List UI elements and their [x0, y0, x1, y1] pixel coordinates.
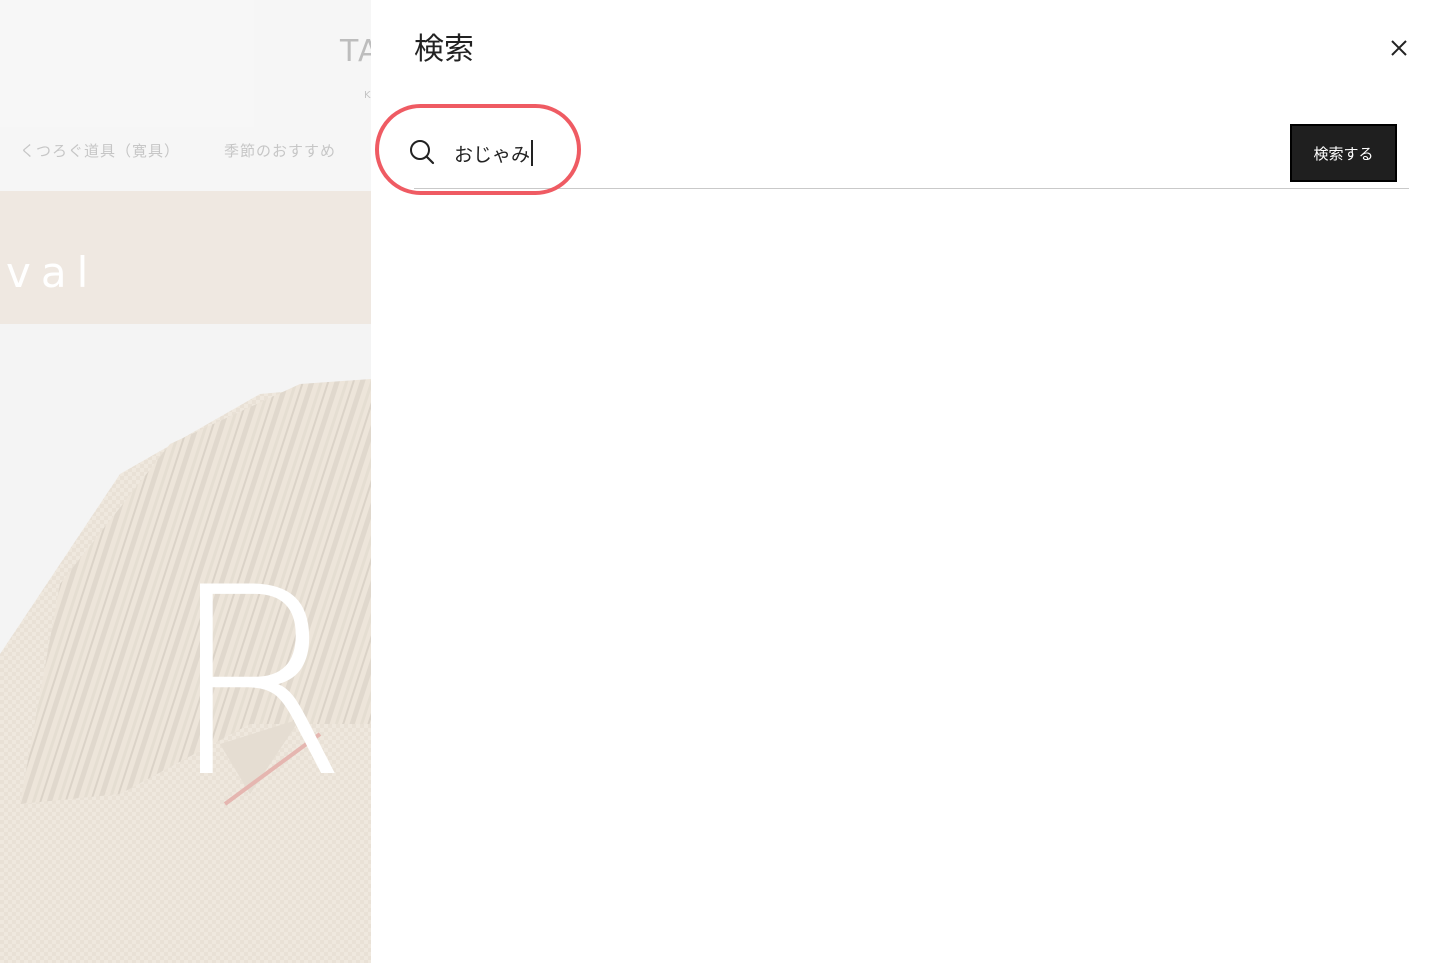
text-caret	[531, 140, 533, 166]
search-input[interactable]: おじゃみ	[454, 136, 533, 170]
background-page: TA K くつろぐ道具（寛具） 季節のおすすめ val R	[0, 0, 371, 963]
close-button[interactable]	[1384, 33, 1414, 63]
search-submit-button[interactable]: 検索する	[1290, 124, 1397, 182]
search-icon	[410, 140, 435, 165]
search-title: 検索	[414, 32, 474, 67]
search-input-value: おじゃみ	[454, 143, 531, 166]
close-icon	[1391, 40, 1407, 56]
search-form: おじゃみ 検索する	[410, 122, 1409, 189]
search-drawer: 検索 おじゃみ 検索する	[371, 0, 1445, 963]
overlay-dim[interactable]	[0, 0, 371, 963]
